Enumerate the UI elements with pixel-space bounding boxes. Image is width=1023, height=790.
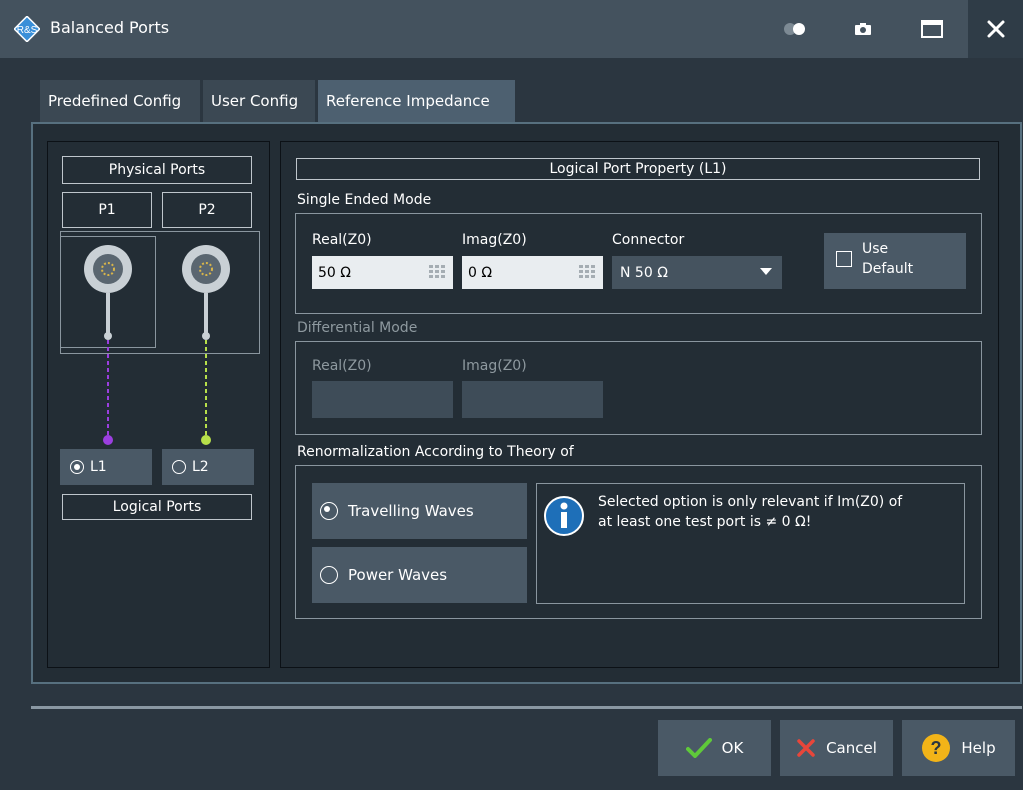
property-title: Logical Port Property (L1) [296, 158, 980, 180]
dropdown-arrow-icon [760, 268, 772, 275]
imag-z0-input[interactable]: 0 Ω [462, 256, 603, 289]
tab-user-config[interactable]: User Config [203, 80, 315, 122]
use-default-label-line2: Default [862, 261, 914, 277]
close-icon [987, 20, 1004, 38]
cancel-x-icon [797, 739, 815, 757]
maximize-button[interactable] [912, 12, 952, 46]
window-title: Balanced Ports [50, 18, 170, 37]
physical-ports-title: Physical Ports [62, 156, 252, 184]
cancel-label: Cancel [826, 739, 877, 757]
rs-logo-icon: R&S [13, 15, 41, 43]
keypad-icon[interactable] [579, 265, 595, 279]
footer-divider [31, 706, 1022, 709]
help-icon: ? [922, 734, 951, 762]
real-z0-value: 50 Ω [318, 264, 351, 281]
info-icon [544, 496, 584, 536]
toggle-icon [784, 23, 805, 35]
maximize-icon [921, 20, 943, 38]
camera-icon [855, 23, 871, 35]
tab-reference-impedance[interactable]: Reference Impedance [318, 80, 515, 122]
connector-select[interactable]: N 50 Ω [612, 256, 782, 289]
real-z0-label: Real(Z0) [312, 232, 372, 248]
power-waves-radio[interactable]: Power Waves [312, 547, 527, 603]
screenshot-button[interactable] [843, 12, 883, 46]
svg-text:?: ? [931, 738, 942, 758]
logical-port-l2-radio[interactable]: L2 [162, 449, 254, 485]
help-button[interactable]: ? Help [902, 720, 1015, 776]
checkbox-icon [836, 251, 852, 267]
use-default-checkbox[interactable]: Use Default [824, 233, 966, 289]
tab-predefined-config[interactable]: Predefined Config [40, 80, 200, 122]
radio-unchecked-icon [172, 460, 186, 474]
travelling-waves-label: Travelling Waves [348, 502, 474, 520]
logical-port-l2-label: L2 [192, 459, 209, 475]
toggle-transparency-button[interactable] [775, 12, 815, 46]
real-z0-input[interactable]: 50 Ω [312, 256, 453, 289]
use-default-label-line1: Use [862, 241, 889, 257]
info-text-line2: at least one test port is ≠ 0 Ω! [598, 514, 812, 530]
renormalization-title: Renormalization According to Theory of [297, 444, 574, 460]
differential-mode-title: Differential Mode [297, 320, 418, 336]
logical-port-l1-label: L1 [90, 459, 107, 475]
keypad-icon[interactable] [429, 265, 445, 279]
single-ended-mode-title: Single Ended Mode [297, 192, 432, 208]
port-connection-diagram [84, 245, 230, 445]
power-waves-label: Power Waves [348, 566, 448, 584]
connector-value: N 50 Ω [620, 264, 668, 281]
diff-real-z0-input [312, 381, 453, 418]
diff-imag-z0-input [462, 381, 603, 418]
close-button[interactable] [968, 0, 1023, 58]
connector-label: Connector [612, 232, 685, 248]
physical-port-p1-label: P1 [62, 192, 152, 228]
radio-unchecked-icon [320, 566, 338, 584]
logical-ports-title: Logical Ports [62, 494, 252, 520]
radio-checked-icon [320, 502, 338, 520]
port-p1-connector-icon [84, 245, 132, 340]
imag-z0-value: 0 Ω [468, 264, 493, 281]
radio-checked-icon [70, 460, 84, 474]
travelling-waves-radio[interactable]: Travelling Waves [312, 483, 527, 539]
info-text-line1: Selected option is only relevant if Im(Z… [598, 494, 903, 510]
diff-real-z0-label: Real(Z0) [312, 358, 372, 374]
help-label: Help [961, 739, 996, 757]
ok-label: OK [721, 739, 744, 757]
diff-imag-z0-label: Imag(Z0) [462, 358, 527, 374]
logical-port-l1-radio[interactable]: L1 [60, 449, 152, 485]
port-p2-connector-icon [182, 245, 230, 340]
physical-port-p2-label: P2 [162, 192, 252, 228]
svg-text:R&S: R&S [17, 25, 38, 36]
checkmark-icon [685, 738, 712, 758]
imag-z0-label: Imag(Z0) [462, 232, 527, 248]
ok-button[interactable]: OK [658, 720, 771, 776]
cancel-button[interactable]: Cancel [780, 720, 893, 776]
